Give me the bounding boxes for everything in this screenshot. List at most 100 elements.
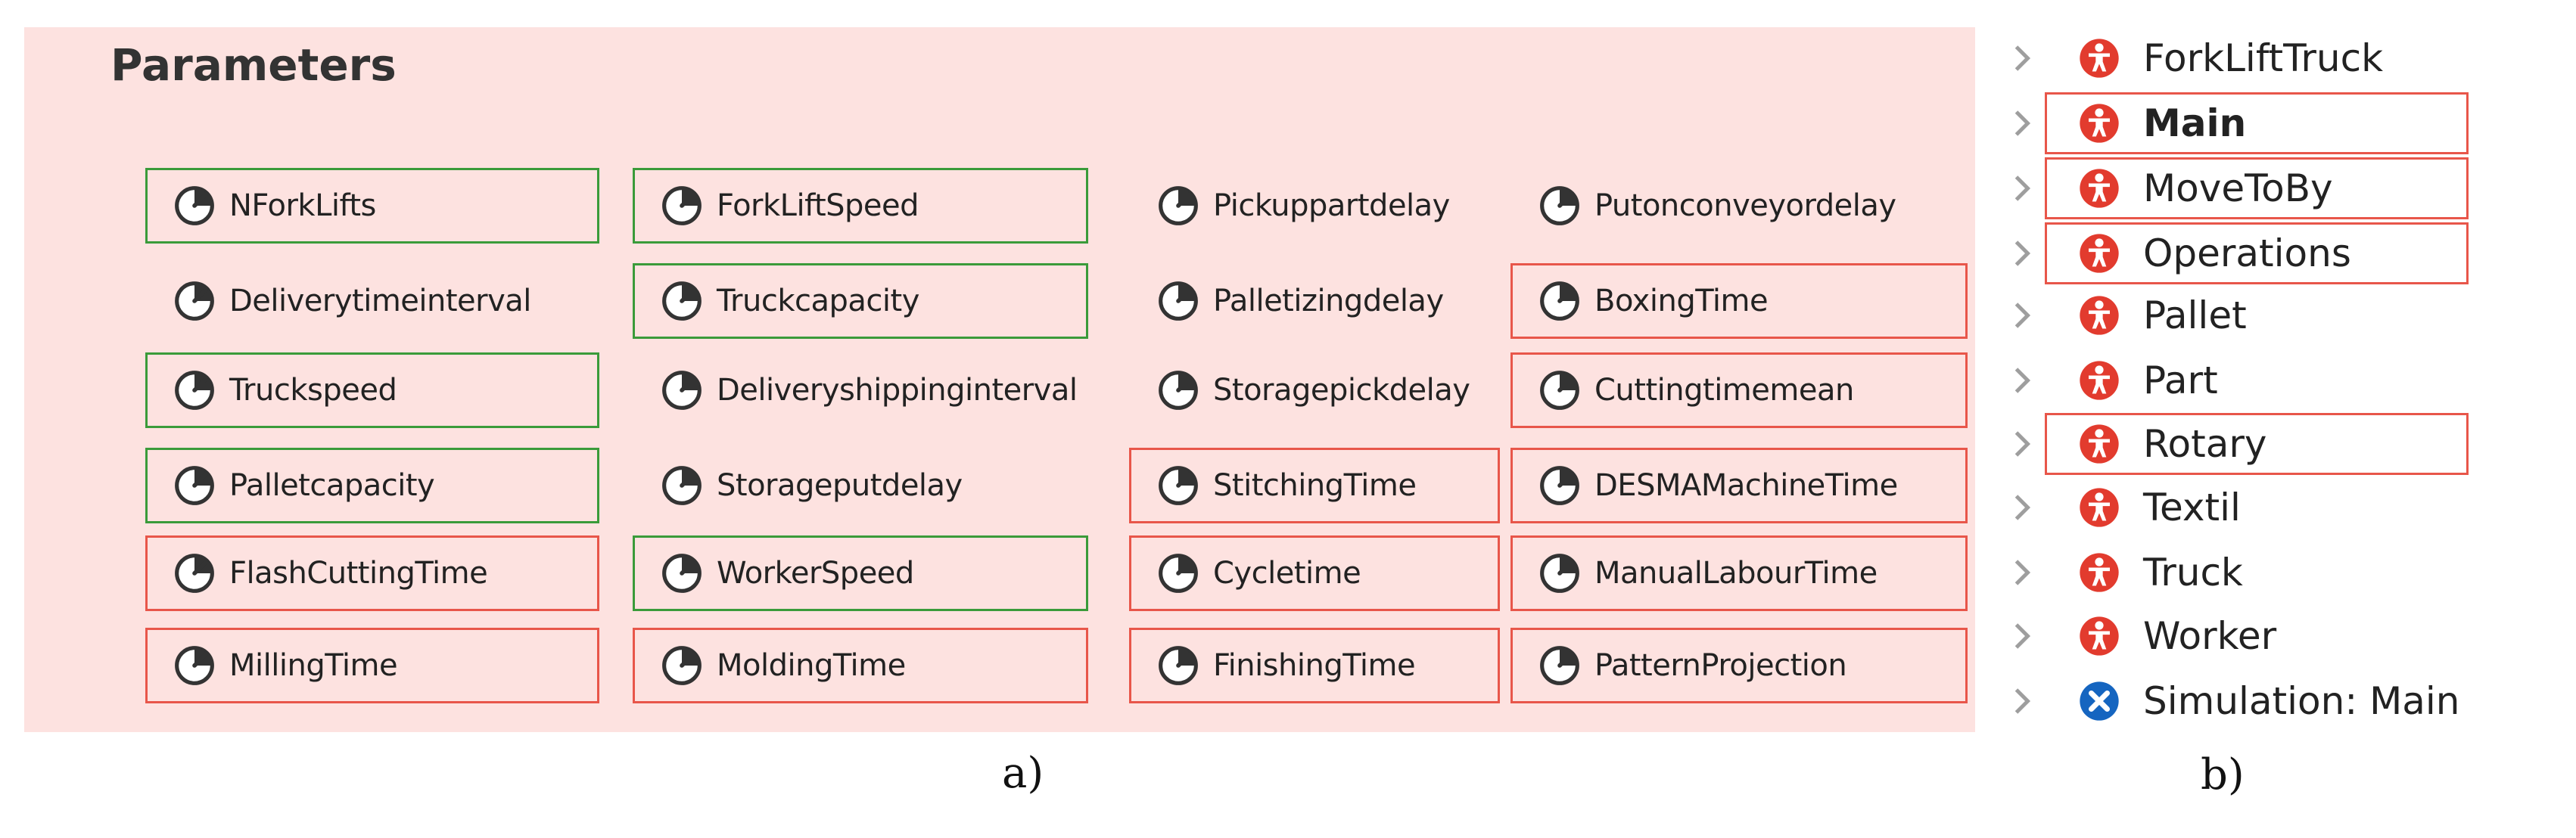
- parameter-label: BoxingTime: [1594, 284, 1769, 318]
- chevron-right-icon[interactable]: [1999, 613, 2045, 659]
- parameter-label: NForkLifts: [229, 188, 376, 223]
- chevron-right-icon[interactable]: [1999, 358, 2045, 403]
- chevron-right-icon[interactable]: [1999, 166, 2045, 211]
- parameter-item[interactable]: Storagepickdelay: [1129, 352, 1500, 428]
- tree-item[interactable]: Truck: [1998, 543, 2573, 602]
- parameter-gauge-icon: [1159, 554, 1198, 593]
- agent-type-icon: [2080, 361, 2119, 400]
- tree-item[interactable]: Simulation: Main: [1998, 672, 2573, 731]
- chevron-right-icon[interactable]: [1999, 36, 2045, 81]
- parameter-gauge-icon: [1159, 281, 1198, 321]
- chevron-right-icon[interactable]: [1999, 550, 2045, 595]
- parameter-item[interactable]: Deliverytimeinterval: [145, 263, 599, 339]
- agent-type-icon: [2080, 553, 2119, 592]
- tree-item[interactable]: Operations: [1998, 224, 2573, 283]
- parameter-label: StitchingTime: [1213, 468, 1417, 503]
- tree-item[interactable]: Worker: [1998, 607, 2573, 666]
- tree-item[interactable]: MoveToBy: [1998, 159, 2573, 218]
- parameter-label: Palletizingdelay: [1213, 284, 1444, 318]
- parameter-item[interactable]: BoxingTime: [1510, 263, 1968, 339]
- tree-item-label: Operations: [2143, 231, 2351, 275]
- parameter-gauge-icon: [662, 554, 702, 593]
- parameter-item[interactable]: Truckcapacity: [633, 263, 1088, 339]
- parameter-gauge-icon: [175, 186, 214, 225]
- chevron-right-icon[interactable]: [1999, 231, 2045, 276]
- parameter-gauge-icon: [1159, 371, 1198, 410]
- parameter-item[interactable]: FinishingTime: [1129, 628, 1500, 703]
- agent-type-icon: [2080, 616, 2119, 656]
- parameter-gauge-icon: [1540, 186, 1579, 225]
- parameter-item[interactable]: Palletizingdelay: [1129, 263, 1500, 339]
- parameter-gauge-icon: [1159, 466, 1198, 505]
- tree-item[interactable]: Pallet: [1998, 286, 2573, 345]
- parameter-item[interactable]: Cuttingtimemean: [1510, 352, 1968, 428]
- parameter-gauge-icon: [1540, 281, 1579, 321]
- parameter-item[interactable]: DESMAMachineTime: [1510, 448, 1968, 523]
- parameter-item[interactable]: MoldingTime: [633, 628, 1088, 703]
- parameter-gauge-icon: [1540, 554, 1579, 593]
- tree-item-label: Pallet: [2143, 293, 2247, 337]
- parameter-item[interactable]: ManualLabourTime: [1510, 535, 1968, 611]
- tree-item[interactable]: Main: [1998, 94, 2573, 153]
- tree-item-label: Truck: [2143, 551, 2243, 594]
- parameter-label: Storageputdelay: [717, 468, 963, 503]
- tree-item[interactable]: Rotary: [1998, 414, 2573, 473]
- parameter-gauge-icon: [175, 554, 214, 593]
- agent-type-icon: [2080, 424, 2119, 464]
- chevron-right-icon[interactable]: [1999, 485, 2045, 530]
- chevron-right-icon[interactable]: [1999, 293, 2045, 338]
- parameter-label: Deliverytimeinterval: [229, 284, 531, 318]
- parameter-gauge-icon: [662, 186, 702, 225]
- parameter-label: Palletcapacity: [229, 468, 435, 503]
- parameter-item[interactable]: NForkLifts: [145, 168, 599, 244]
- tree-item[interactable]: Part: [1998, 351, 2573, 410]
- parameter-item[interactable]: MillingTime: [145, 628, 599, 703]
- chevron-right-icon[interactable]: [1999, 421, 2045, 467]
- parameter-item[interactable]: StitchingTime: [1129, 448, 1500, 523]
- agent-type-icon: [2080, 39, 2119, 78]
- parameter-label: Storagepickdelay: [1213, 373, 1470, 408]
- parameter-gauge-icon: [1159, 646, 1198, 685]
- parameter-label: MoldingTime: [717, 648, 906, 683]
- tree-item-label: Rotary: [2143, 422, 2267, 466]
- parameter-label: FinishingTime: [1213, 648, 1416, 683]
- tree-item-label: Worker: [2143, 614, 2277, 658]
- parameter-item[interactable]: PatternProjection: [1510, 628, 1968, 703]
- simulation-experiment-icon: [2080, 681, 2119, 721]
- agent-type-icon: [2080, 488, 2119, 527]
- parameters-title: Parameters: [110, 39, 397, 91]
- parameter-gauge-icon: [662, 466, 702, 505]
- parameter-item[interactable]: Palletcapacity: [145, 448, 599, 523]
- parameter-label: ForkLiftSpeed: [717, 188, 919, 223]
- chevron-right-icon[interactable]: [1999, 101, 2045, 146]
- parameter-label: Cycletime: [1213, 556, 1361, 591]
- parameter-label: Putonconveyordelay: [1594, 188, 1896, 223]
- parameter-item[interactable]: Putonconveyordelay: [1510, 168, 1968, 244]
- caption-a: a): [1002, 749, 1044, 798]
- parameter-item[interactable]: Pickuppartdelay: [1129, 168, 1500, 244]
- parameter-label: WorkerSpeed: [717, 556, 914, 591]
- parameter-label: FlashCuttingTime: [229, 556, 488, 591]
- parameter-item[interactable]: Storageputdelay: [633, 448, 1088, 523]
- tree-item-label: Simulation: Main: [2143, 679, 2460, 723]
- parameter-item[interactable]: Cycletime: [1129, 535, 1500, 611]
- chevron-right-icon[interactable]: [1999, 678, 2045, 724]
- parameter-gauge-icon: [1540, 371, 1579, 410]
- parameter-item[interactable]: FlashCuttingTime: [145, 535, 599, 611]
- parameter-item[interactable]: Deliveryshippinginterval: [633, 352, 1088, 428]
- agent-type-icon: [2080, 234, 2119, 273]
- tree-item-label: ForkLiftTruck: [2143, 36, 2384, 80]
- tree-item-label: Part: [2143, 358, 2218, 402]
- tree-item[interactable]: Textil: [1998, 478, 2573, 537]
- parameter-gauge-icon: [1159, 186, 1198, 225]
- parameter-item[interactable]: WorkerSpeed: [633, 535, 1088, 611]
- parameter-label: Truckcapacity: [717, 284, 919, 318]
- parameter-gauge-icon: [662, 371, 702, 410]
- parameter-item[interactable]: Truckspeed: [145, 352, 599, 428]
- parameter-gauge-icon: [662, 281, 702, 321]
- parameter-gauge-icon: [1540, 466, 1579, 505]
- tree-item[interactable]: ForkLiftTruck: [1998, 29, 2573, 88]
- parameter-label: PatternProjection: [1594, 648, 1847, 683]
- agent-type-icon: [2080, 104, 2119, 143]
- parameter-item[interactable]: ForkLiftSpeed: [633, 168, 1088, 244]
